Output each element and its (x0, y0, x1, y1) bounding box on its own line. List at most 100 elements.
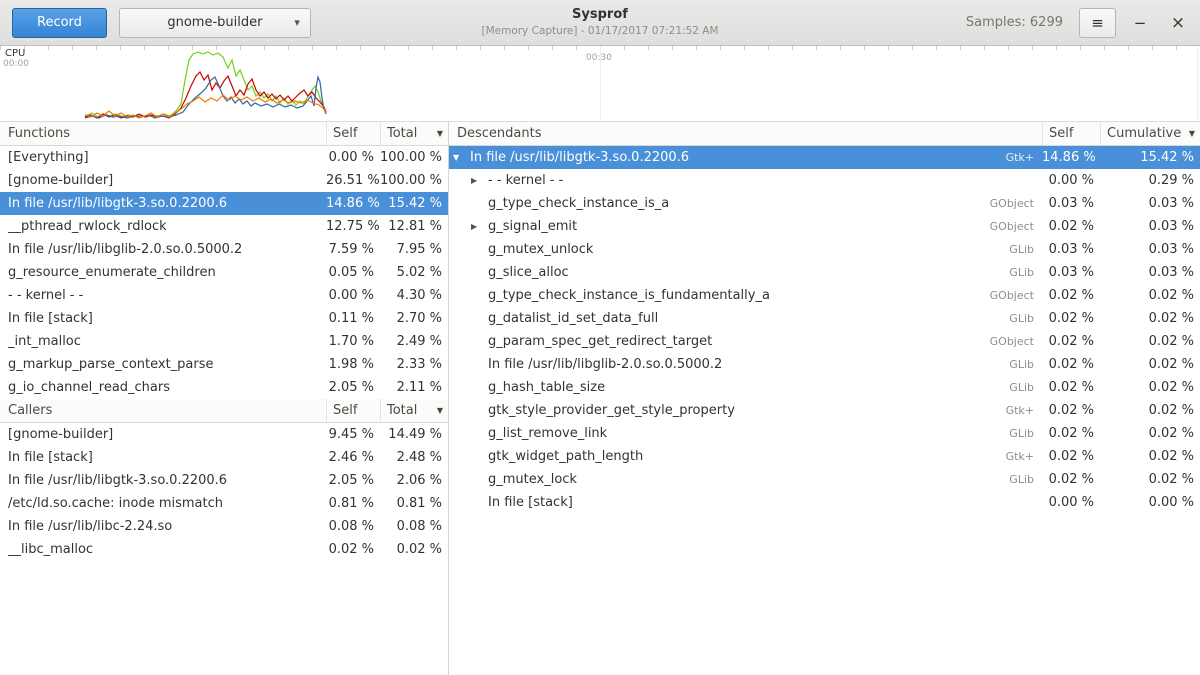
table-row[interactable]: [gnome-builder]9.45 %14.49 % (0, 423, 448, 446)
percent-value: 100.00 % (380, 150, 448, 165)
percent-value: 0.81 % (380, 496, 448, 511)
row-label: In file /usr/lib/libgtk-3.so.0.2200.6 (8, 196, 227, 211)
column-header-label: Total (387, 126, 417, 141)
table-row[interactable]: In file /usr/lib/libgtk-3.so.0.2200.62.0… (0, 469, 448, 492)
row-label: g_resource_enumerate_children (8, 265, 216, 280)
table-row[interactable]: g_datalist_id_set_data_fullGLib0.02 %0.0… (449, 307, 1200, 330)
column-header-descendants[interactable]: Descendants (449, 122, 1042, 145)
close-icon: × (1171, 13, 1185, 33)
table-row[interactable]: g_param_spec_get_redirect_targetGObject0… (449, 330, 1200, 353)
table-row[interactable]: ▶g_signal_emitGObject0.02 %0.03 % (449, 215, 1200, 238)
percent-value: 0.03 % (1042, 196, 1100, 211)
library-tag: GLib (970, 473, 1042, 486)
row-label: In file [stack] (8, 311, 93, 326)
cpu-line-green (85, 52, 326, 117)
percent-value: 7.59 % (326, 242, 380, 257)
percent-value: 2.05 % (326, 473, 380, 488)
row-label: g_hash_table_size (488, 380, 605, 395)
row-label: [Everything] (8, 150, 89, 165)
table-row[interactable]: [Everything]0.00 %100.00 % (0, 146, 448, 169)
table-row[interactable]: g_resource_enumerate_children0.05 %5.02 … (0, 261, 448, 284)
library-tag: GObject (970, 197, 1042, 210)
library-tag: GObject (970, 220, 1042, 233)
menu-button[interactable]: ≡ (1079, 8, 1116, 38)
table-row[interactable]: g_mutex_lockGLib0.02 %0.02 % (449, 468, 1200, 491)
functions-list: [Everything]0.00 %100.00 %[gnome-builder… (0, 146, 448, 399)
row-label: In file /usr/lib/libglib-2.0.so.0.5000.2 (8, 242, 242, 257)
expander-closed-icon[interactable]: ▶ (471, 176, 488, 185)
sort-descending-icon: ▼ (437, 129, 443, 138)
callers-list: [gnome-builder]9.45 %14.49 % In file [sta… (0, 423, 448, 561)
header-right-group: Samples: 6299 ≡ − × (966, 8, 1192, 38)
row-label: /etc/ld.so.cache: inode mismatch (8, 496, 223, 511)
table-row[interactable]: __libc_malloc0.02 %0.02 % (0, 538, 448, 561)
cpu-line-red (85, 72, 326, 118)
percent-value: 0.03 % (1100, 242, 1200, 257)
table-row[interactable]: g_mutex_unlockGLib0.03 %0.03 % (449, 238, 1200, 261)
expander-open-icon[interactable]: ▼ (453, 153, 470, 162)
row-label: g_type_check_instance_is_fundamentally_a (488, 288, 770, 303)
percent-value: 0.02 % (1042, 334, 1100, 349)
percent-value: 0.08 % (380, 519, 448, 534)
table-row[interactable]: g_io_channel_read_chars2.05 %2.11 % (0, 376, 448, 399)
column-header-self[interactable]: Self (326, 122, 380, 145)
table-row[interactable]: In file [stack]0.00 %0.00 % (449, 491, 1200, 514)
library-tag: GObject (970, 335, 1042, 348)
table-row[interactable]: g_slice_allocGLib0.03 %0.03 % (449, 261, 1200, 284)
minimize-button[interactable]: − (1126, 9, 1154, 37)
table-row[interactable]: g_markup_parse_context_parse1.98 %2.33 % (0, 353, 448, 376)
record-button[interactable]: Record (12, 8, 107, 38)
row-label: g_io_channel_read_chars (8, 380, 170, 395)
column-header-functions[interactable]: Functions (0, 122, 326, 145)
process-selector-dropdown[interactable]: gnome-builder ▾ (119, 8, 311, 38)
column-header-self[interactable]: Self (1042, 122, 1100, 145)
column-header-total[interactable]: Total ▼ (380, 399, 448, 422)
percent-value: 0.02 % (1100, 449, 1200, 464)
window-subtitle: [Memory Capture] - 01/17/2017 07:21:52 A… (481, 25, 718, 37)
table-row[interactable]: /etc/ld.so.cache: inode mismatch0.81 %0.… (0, 492, 448, 515)
chevron-down-icon: ▾ (294, 16, 300, 29)
table-row[interactable]: gtk_style_provider_get_style_propertyGtk… (449, 399, 1200, 422)
percent-value: 0.11 % (326, 311, 380, 326)
table-row[interactable]: __pthread_rwlock_rdlock12.75 %12.81 % (0, 215, 448, 238)
table-row[interactable]: _int_malloc1.70 %2.49 % (0, 330, 448, 353)
percent-value: 0.03 % (1100, 219, 1200, 234)
row-label: In file [stack] (8, 450, 93, 465)
descendants-panel: Descendants Self Cumulative ▼ ▼In file /… (449, 122, 1200, 514)
percent-value: 0.05 % (326, 265, 380, 280)
percent-value: 12.75 % (326, 219, 380, 234)
column-header-cumulative[interactable]: Cumulative ▼ (1100, 122, 1200, 145)
header-bar: Record gnome-builder ▾ Sysprof [Memory C… (0, 0, 1200, 46)
table-row[interactable]: In file /usr/lib/libc-2.24.so 0.08 %0.08 … (0, 515, 448, 538)
percent-value: 15.42 % (380, 196, 448, 211)
close-button[interactable]: × (1164, 9, 1192, 37)
percent-value: 0.08 % (326, 519, 380, 534)
library-tag: GLib (970, 243, 1042, 256)
percent-value: 2.33 % (380, 357, 448, 372)
row-label: _int_malloc (8, 334, 81, 349)
table-row[interactable]: gtk_widget_path_lengthGtk+0.02 %0.02 % (449, 445, 1200, 468)
table-row[interactable]: g_list_remove_linkGLib0.02 %0.02 % (449, 422, 1200, 445)
cpu-graph[interactable]: CPU 00:00 00:30 (0, 46, 1200, 122)
row-label: In file /usr/lib/libc-2.24.so (8, 519, 172, 534)
table-row[interactable]: In file /usr/lib/libglib-2.0.so.0.5000.2… (0, 238, 448, 261)
column-header-total[interactable]: Total ▼ (380, 122, 448, 145)
table-row[interactable]: g_type_check_instance_is_aGObject0.03 %0… (449, 192, 1200, 215)
row-label: g_slice_alloc (488, 265, 569, 280)
table-row[interactable]: [gnome-builder]26.51 %100.00 % (0, 169, 448, 192)
percent-value: 2.46 % (326, 450, 380, 465)
table-row[interactable]: In file [stack]0.11 %2.70 % (0, 307, 448, 330)
table-row[interactable]: In file [stack]2.46 %2.48 % (0, 446, 448, 469)
table-row[interactable]: In file /usr/lib/libgtk-3.so.0.2200.614.… (0, 192, 448, 215)
table-row[interactable]: g_type_check_instance_is_fundamentally_a… (449, 284, 1200, 307)
column-header-callers[interactable]: Callers (0, 399, 326, 422)
library-tag: GLib (970, 381, 1042, 394)
expander-closed-icon[interactable]: ▶ (471, 222, 488, 231)
column-header-self[interactable]: Self (326, 399, 380, 422)
descendants-header-row: Descendants Self Cumulative ▼ (449, 122, 1200, 146)
table-row[interactable]: - - kernel - -0.00 %4.30 % (0, 284, 448, 307)
table-row[interactable]: g_hash_table_sizeGLib0.02 %0.02 % (449, 376, 1200, 399)
table-row[interactable]: In file /usr/lib/libglib-2.0.so.0.5000.2… (449, 353, 1200, 376)
table-row[interactable]: ▼In file /usr/lib/libgtk-3.so.0.2200.6Gt… (449, 146, 1200, 169)
table-row[interactable]: ▶- - kernel - -0.00 %0.29 % (449, 169, 1200, 192)
